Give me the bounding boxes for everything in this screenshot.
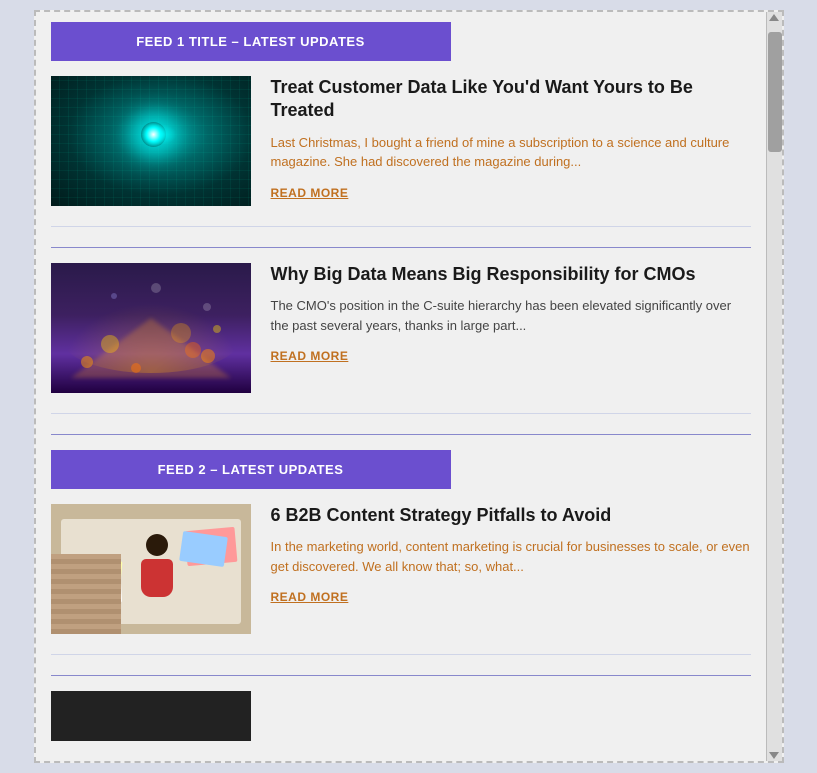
article3-title: 6 B2B Content Strategy Pitfalls to Avoid [271,504,751,527]
feed2-header: FEED 2 – LATEST UPDATES [51,450,451,489]
feed1-header-text: FEED 1 TITLE – LATEST UPDATES [136,34,365,49]
divider-3 [51,675,751,676]
article3-excerpt: In the marketing world, content marketin… [271,537,751,576]
article-row-2: Why Big Data Means Big Responsibility fo… [51,263,751,414]
bigdata-image [51,263,251,393]
article1-title: Treat Customer Data Like You'd Want Your… [271,76,751,123]
divider-2 [51,434,751,435]
content-area: FEED 1 TITLE – LATEST UPDATES Treat Cust… [51,22,751,741]
partial-article-image [51,691,251,741]
article3-content: 6 B2B Content Strategy Pitfalls to Avoid… [271,504,751,634]
article1-image [51,76,251,206]
scrollbar[interactable] [766,12,782,761]
article-row-1: Treat Customer Data Like You'd Want Your… [51,76,751,227]
matrix-image [51,76,251,206]
article1-excerpt: Last Christmas, I bought a friend of min… [271,133,751,172]
main-container: FEED 1 TITLE – LATEST UPDATES Treat Cust… [34,10,784,763]
divider-1 [51,247,751,248]
scrollbar-thumb[interactable] [768,32,782,152]
article2-content: Why Big Data Means Big Responsibility fo… [271,263,751,393]
article2-read-more[interactable]: READ MORE [271,349,349,363]
article-row-3: 6 B2B Content Strategy Pitfalls to Avoid… [51,504,751,655]
topdown-image [51,504,251,634]
feed2-header-text: FEED 2 – LATEST UPDATES [158,462,344,477]
article2-image [51,263,251,393]
article2-title: Why Big Data Means Big Responsibility fo… [271,263,751,286]
article3-image [51,504,251,634]
feed1-header: FEED 1 TITLE – LATEST UPDATES [51,22,451,61]
article2-excerpt: The CMO's position in the C-suite hierar… [271,296,751,335]
scroll-down-arrow[interactable] [769,752,779,759]
article3-read-more[interactable]: READ MORE [271,590,349,604]
article1-content: Treat Customer Data Like You'd Want Your… [271,76,751,206]
article1-read-more[interactable]: READ MORE [271,186,349,200]
scroll-up-arrow[interactable] [769,14,779,21]
